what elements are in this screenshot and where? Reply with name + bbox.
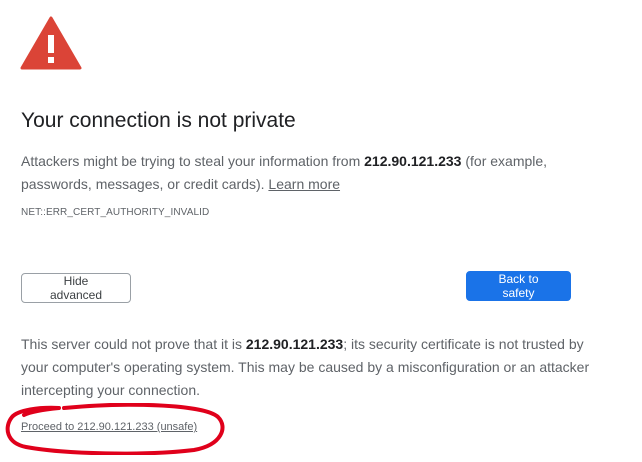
- back-to-safety-button[interactable]: Back to safety: [466, 271, 571, 301]
- details-host: 212.90.121.233: [245, 336, 344, 352]
- proceed-unsafe-link[interactable]: Proceed to 212.90.121.233 (unsafe): [21, 421, 197, 433]
- explanation-text: Attackers might be trying to steal your …: [21, 150, 611, 196]
- details-text-before: This server could not prove that it is: [21, 336, 246, 352]
- learn-more-link[interactable]: Learn more: [268, 176, 340, 192]
- error-code: NET::ERR_CERT_AUTHORITY_INVALID: [21, 207, 210, 218]
- details-text: This server could not prove that it is 2…: [21, 333, 611, 402]
- hide-advanced-button[interactable]: Hide advanced: [21, 273, 131, 303]
- explanation-text-before: Attackers might be trying to steal your …: [21, 153, 365, 169]
- warning-triangle-icon: [20, 16, 82, 70]
- page-title: Your connection is not private: [21, 109, 296, 132]
- interstitial-page: Your connection is not private Attackers…: [0, 0, 642, 462]
- explanation-host: 212.90.121.233: [364, 153, 462, 169]
